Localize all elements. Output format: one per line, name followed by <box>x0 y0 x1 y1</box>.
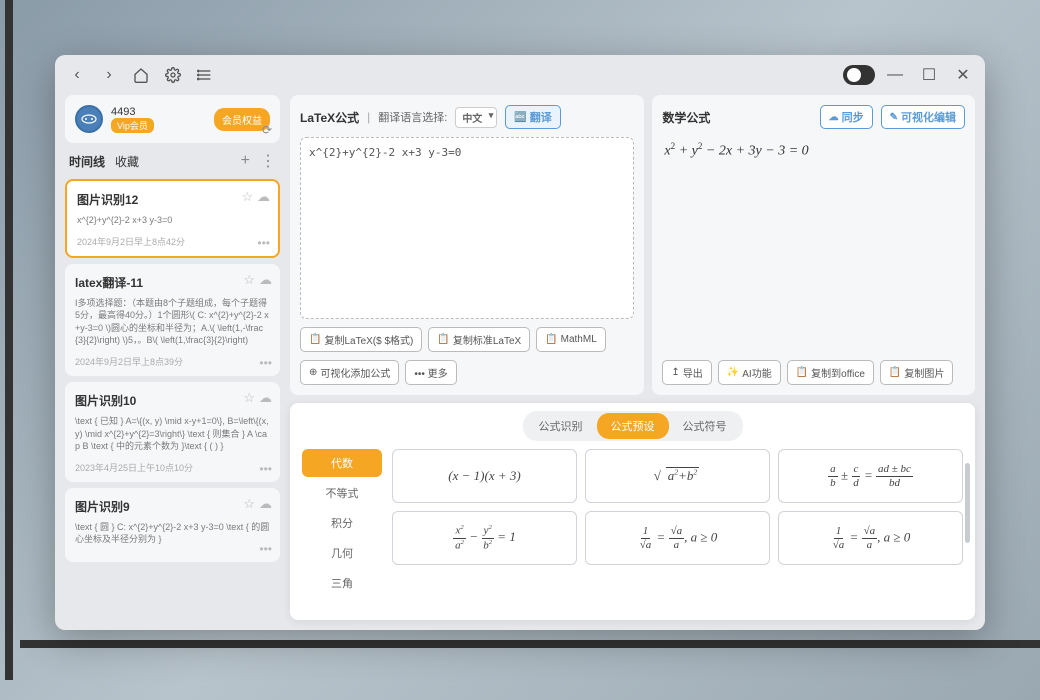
latex-panel: LaTeX公式 | 翻译语言选择: 中文 🔤 翻译 📋 复制LaTeX($ $格… <box>290 95 644 395</box>
history-title: 图片识别10 <box>75 392 270 409</box>
tab-recognition[interactable]: 公式识别 <box>525 413 597 439</box>
avatar[interactable] <box>75 105 103 133</box>
tab-favorites[interactable]: 收藏 <box>115 153 139 170</box>
preset-cell[interactable]: 1√a = √aa, a ≥ 0 <box>585 511 770 565</box>
visual-edit-button[interactable]: ✎ 可视化编辑 <box>881 105 965 129</box>
titlebar: ‹ › — ☐ ✕ <box>55 55 985 95</box>
preset-cell[interactable]: √a2+b2 <box>585 449 770 503</box>
ai-button[interactable]: ✨ AI功能 <box>718 360 781 385</box>
nav-back-button[interactable]: ‹ <box>63 61 91 89</box>
history-content: x^{2}+y^{2}-2 x+3 y-3=0 <box>77 214 268 227</box>
preset-cell[interactable]: ab ± cd = ad ± bcbd <box>778 449 963 503</box>
tab-symbols[interactable]: 公式符号 <box>669 413 741 439</box>
copy-office-button[interactable]: 📋 复制到office <box>787 360 874 385</box>
translate-icon: 🔤 <box>514 112 526 123</box>
history-title: latex翻译-11 <box>75 274 270 291</box>
sync-button[interactable]: ☁ 同步 <box>820 105 873 129</box>
dark-mode-toggle[interactable] <box>843 65 875 85</box>
nav-forward-button[interactable]: › <box>95 61 123 89</box>
category-button[interactable]: 三角 <box>302 569 382 597</box>
category-list: 代数不等式积分几何三角 <box>302 449 382 612</box>
preset-grid: (x − 1)(x + 3) √a2+b2 ab ± cd = ad ± bcb… <box>392 449 963 612</box>
export-button[interactable]: ↥ 导出 <box>662 360 711 385</box>
history-more-icon[interactable]: ••• <box>259 462 272 476</box>
latex-panel-title: LaTeX公式 <box>300 109 359 126</box>
maximize-button[interactable]: ☐ <box>915 61 943 89</box>
copy-latex-std-button[interactable]: 📋 复制标准LaTeX <box>428 327 530 352</box>
profile-card: 4493 Vip会员 会员权益 ⟳ <box>65 95 280 143</box>
timeline-tabs: 时间线 收藏 + ⋮ <box>65 151 280 171</box>
cloud-icon[interactable]: ☁ <box>259 272 272 288</box>
cloud-icon[interactable]: ☁ <box>259 390 272 406</box>
main-content: LaTeX公式 | 翻译语言选择: 中文 🔤 翻译 📋 复制LaTeX($ $格… <box>290 95 975 620</box>
math-preview: x2 + y2 − 2x + 3y − 3 = 0 <box>662 137 965 352</box>
tab-timeline[interactable]: 时间线 <box>69 153 105 170</box>
cloud-icon: ☁ <box>829 112 839 123</box>
cloud-icon[interactable]: ☁ <box>257 189 270 205</box>
visual-add-formula-button[interactable]: ⊕ 可视化添加公式 <box>300 360 399 385</box>
history-time: 2024年9月2日早上8点39分 <box>75 355 270 368</box>
refresh-icon[interactable]: ⟳ <box>262 123 272 137</box>
history-card[interactable]: ☆☁图片识别9 \text { 圆 } C: x^{2}+y^{2}-2 x+3 … <box>65 488 280 562</box>
category-button[interactable]: 不等式 <box>302 479 382 507</box>
history-content: I多项选择题：（本题由8个子题组成，每个子题得5分，最高得40分。）1个圆形\(… <box>75 297 270 347</box>
translate-button[interactable]: 🔤 翻译 <box>505 105 560 129</box>
formula-library-panel: 公式识别 公式预设 公式符号 代数不等式积分几何三角 (x − 1)(x + 3… <box>290 403 975 620</box>
username: 4493 <box>111 106 154 118</box>
preset-cell[interactable]: 1√a = √aa, a ≥ 0 <box>778 511 963 565</box>
star-icon[interactable]: ☆ <box>243 272 255 288</box>
edit-icon: ✎ <box>890 112 898 123</box>
history-more-icon[interactable]: ••• <box>259 356 272 370</box>
history-more-icon[interactable]: ••• <box>259 542 272 556</box>
star-icon[interactable]: ☆ <box>241 189 253 205</box>
category-button[interactable]: 代数 <box>302 449 382 477</box>
sidebar: 4493 Vip会员 会员权益 ⟳ 时间线 收藏 + ⋮ ☆☁图片识别12x^{… <box>65 95 280 620</box>
history-title: 图片识别12 <box>77 191 268 208</box>
mathml-button[interactable]: 📋 MathML <box>536 327 606 352</box>
history-card[interactable]: ☆☁图片识别10 \text { 已知 } A=\{(x, y) \mid x-y… <box>65 382 280 482</box>
cloud-icon[interactable]: ☁ <box>259 496 272 512</box>
copy-image-button[interactable]: 📋 复制图片 <box>880 360 953 385</box>
more-button[interactable]: ••• 更多 <box>405 360 456 385</box>
add-icon[interactable]: + <box>241 152 250 170</box>
library-tabs: 公式识别 公式预设 公式符号 <box>523 411 743 441</box>
history-more-icon[interactable]: ••• <box>257 236 270 250</box>
history-time: 2023年4月25日上午10点10分 <box>75 461 270 474</box>
copy-latex-dollar-button[interactable]: 📋 复制LaTeX($ $格式) <box>300 327 422 352</box>
language-select[interactable]: 中文 <box>455 107 497 128</box>
scrollbar-thumb[interactable] <box>965 463 970 543</box>
history-content: \text { 圆 } C: x^{2}+y^{2}-2 x+3 y-3=0 \… <box>75 521 270 546</box>
menu-button[interactable] <box>191 61 219 89</box>
history-title: 图片识别9 <box>75 498 270 515</box>
star-icon[interactable]: ☆ <box>243 390 255 406</box>
latex-textarea[interactable] <box>300 137 634 319</box>
category-button[interactable]: 积分 <box>302 509 382 537</box>
close-window-button[interactable]: ✕ <box>949 61 977 89</box>
category-button[interactable]: 几何 <box>302 539 382 567</box>
preset-cell[interactable]: x2a2 − y2b2 = 1 <box>392 511 577 565</box>
star-icon[interactable]: ☆ <box>243 496 255 512</box>
lang-label: 翻译语言选择: <box>378 109 447 125</box>
minimize-button[interactable]: — <box>881 61 909 89</box>
more-icon[interactable]: ⋮ <box>260 151 276 171</box>
history-content: \text { 已知 } A=\{(x, y) \mid x-y+1=0\}, … <box>75 415 270 453</box>
home-button[interactable] <box>127 61 155 89</box>
tab-preset[interactable]: 公式预设 <box>597 413 669 439</box>
history-list: ☆☁图片识别12x^{2}+y^{2}-2 x+3 y-3=02024年9月2日… <box>65 179 280 620</box>
settings-button[interactable] <box>159 61 187 89</box>
app-window: ‹ › — ☐ ✕ 449 <box>55 55 985 630</box>
preset-cell[interactable]: (x − 1)(x + 3) <box>392 449 577 503</box>
history-card[interactable]: ☆☁图片识别12 x^{2}+y^{2}-2 x+3 y-3=0 2024年9月2日… <box>65 179 280 258</box>
history-card[interactable]: ☆☁latex翻译-11 I多项选择题：（本题由8个子题组成，每个子题得5分，最高… <box>65 264 280 376</box>
math-panel-title: 数学公式 <box>662 109 710 126</box>
vip-badge: Vip会员 <box>111 118 154 133</box>
math-panel: 数学公式 ☁ 同步 ✎ 可视化编辑 x2 + y2 − 2x + 3y − 3 … <box>652 95 975 395</box>
history-time: 2024年9月2日早上8点42分 <box>77 235 268 248</box>
